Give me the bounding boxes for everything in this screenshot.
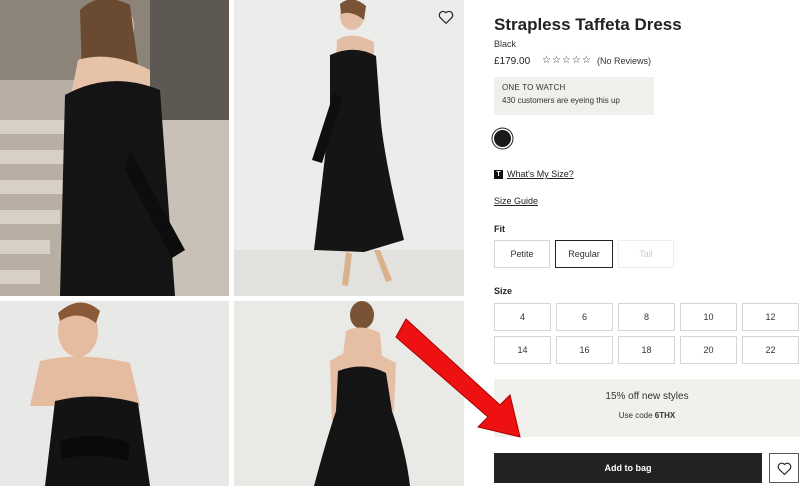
whats-my-size[interactable]: T What's My Size? <box>494 169 574 179</box>
promo-banner: 15% off new styles Use code 6THX <box>494 379 800 437</box>
size-option-10[interactable]: 10 <box>680 303 737 331</box>
promo-code-text: Use code 6THX <box>494 411 800 420</box>
heart-icon[interactable] <box>437 8 455 26</box>
reviews-link[interactable]: (No Reviews) <box>597 56 651 66</box>
size-tool-icon: T <box>494 169 503 179</box>
red-arrow-annotation <box>395 318 521 438</box>
size-option-6[interactable]: 6 <box>556 303 613 331</box>
size-option-20[interactable]: 20 <box>680 336 737 364</box>
add-to-bag-button[interactable]: Add to bag <box>494 453 762 483</box>
size-label: Size <box>494 286 513 296</box>
whats-my-size-link[interactable]: What's My Size? <box>507 169 574 179</box>
fit-option-petite[interactable]: Petite <box>494 240 550 268</box>
product-photo-1[interactable] <box>0 0 229 296</box>
heart-icon <box>777 462 791 475</box>
promo-code: 6THX <box>654 411 676 420</box>
size-option-22[interactable]: 22 <box>742 336 799 364</box>
product-photo-2[interactable] <box>234 0 464 296</box>
product-details-panel: Strapless Taffeta Dress Black £179.00 ☆☆… <box>494 0 800 486</box>
watch-heading: ONE TO WATCH <box>502 83 566 92</box>
fit-option-regular[interactable]: Regular <box>555 240 613 268</box>
size-option-12[interactable]: 12 <box>742 303 799 331</box>
rating-stars[interactable]: ☆☆☆☆☆ <box>542 55 592 66</box>
watch-text: 430 customers are eyeing this up <box>502 96 620 105</box>
product-title: Strapless Taffeta Dress <box>494 15 682 34</box>
fit-option-tall[interactable]: Tall <box>618 240 674 268</box>
color-swatch-black[interactable] <box>494 130 511 147</box>
size-option-18[interactable]: 18 <box>618 336 675 364</box>
fit-label: Fit <box>494 224 505 234</box>
wishlist-button[interactable] <box>769 453 799 483</box>
size-option-8[interactable]: 8 <box>618 303 675 331</box>
promo-code-prefix: Use code <box>618 411 655 420</box>
size-option-16[interactable]: 16 <box>556 336 613 364</box>
product-photo-3[interactable] <box>0 301 229 486</box>
product-color-name: Black <box>494 39 517 49</box>
promo-title: 15% off new styles <box>605 391 689 402</box>
size-guide-link[interactable]: Size Guide <box>494 196 538 206</box>
one-to-watch-badge: ONE TO WATCH 430 customers are eyeing th… <box>494 77 654 115</box>
product-price: £179.00 <box>494 56 531 67</box>
